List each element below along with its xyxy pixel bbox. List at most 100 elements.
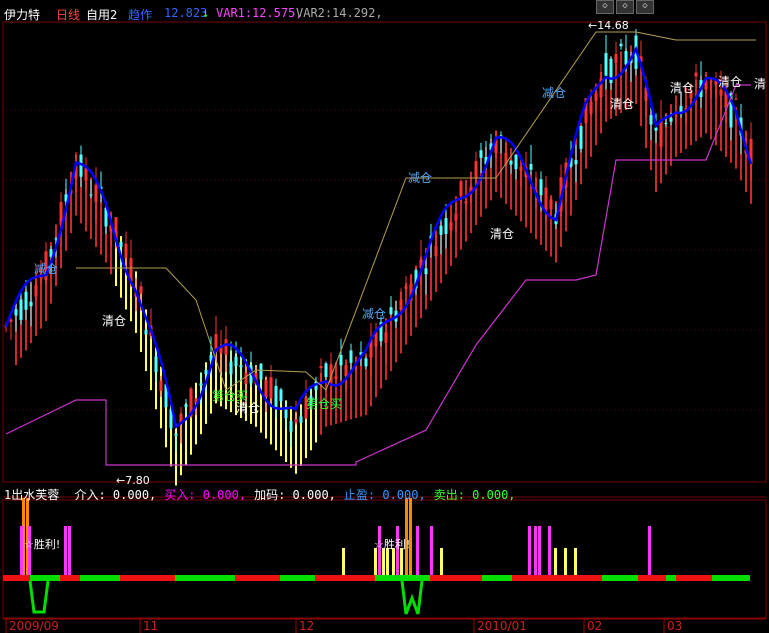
- indicator-band: [676, 575, 712, 581]
- candle-body: [674, 115, 678, 117]
- indicator-yellow-bar: [342, 548, 345, 576]
- indicator-item-2: 加码: 0.000,: [254, 488, 336, 502]
- indicator-band: [235, 575, 280, 581]
- candle-body: [604, 53, 608, 76]
- candle-body: [549, 199, 553, 210]
- main-panel-frame: [2, 21, 767, 483]
- window-button-1[interactable]: ◇: [596, 0, 614, 14]
- chart-canvas[interactable]: 2009/09 11 12 2010/01 02 03←7.80←14.68减仓清仓清仓第…: [0, 0, 769, 633]
- indicator-band: [3, 575, 30, 581]
- indicator-yellow-bar: [574, 548, 577, 576]
- candle-body: [594, 93, 598, 102]
- x-axis-label: 2010/01: [477, 619, 527, 633]
- indicator-yellow-bar: [382, 548, 385, 576]
- indicator-title[interactable]: 1出水芙蓉: [4, 488, 59, 502]
- custom-label[interactable]: 自用2: [86, 6, 117, 23]
- resistance-line: [76, 31, 756, 391]
- chart-annotation: 清仓: [236, 401, 260, 415]
- x-axis-label: 11: [143, 619, 158, 633]
- candle-body: [324, 363, 328, 378]
- chart-annotation: 清仓: [102, 314, 126, 328]
- candle-body: [124, 243, 128, 259]
- indicator-yellow-bar: [386, 548, 389, 576]
- trend-arrow: ↓: [202, 6, 210, 20]
- candle-body: [444, 218, 448, 235]
- candle-body: [344, 365, 348, 377]
- candle-body: [614, 53, 618, 63]
- indicator-magenta-bar: [416, 526, 419, 576]
- window-button-2[interactable]: ◇: [616, 0, 634, 14]
- candle-body: [279, 389, 283, 401]
- chart-annotation: 第仓买: [306, 397, 342, 411]
- candle-body: [474, 161, 478, 179]
- x-axis-label: 12: [299, 619, 314, 633]
- indicator-band: [430, 575, 482, 581]
- candle-body: [274, 385, 278, 409]
- indicator-magenta-bar: [538, 526, 541, 576]
- stock-name[interactable]: 伊力特: [4, 6, 40, 23]
- indicator-band: [482, 575, 512, 581]
- indicator-tall-bar: [409, 498, 412, 576]
- indicator-name: 趋作: [128, 8, 153, 22]
- candle-body: [269, 377, 273, 399]
- indicator-magenta-bar: [378, 526, 381, 576]
- candle-body: [349, 350, 353, 363]
- x-axis-label: 2009/09: [9, 619, 59, 633]
- candle-body: [89, 194, 93, 196]
- support-line: [5, 84, 751, 466]
- x-axis-label: 02: [587, 619, 602, 633]
- candle-body: [299, 416, 303, 423]
- victory-label: ☆胜利!: [24, 537, 60, 551]
- indicator-magenta-bar: [648, 526, 651, 576]
- candle-body: [234, 356, 238, 367]
- period-label[interactable]: 日线: [56, 6, 80, 23]
- chart-annotation: 减仓: [34, 262, 58, 276]
- chart-annotation: 清仓: [718, 75, 742, 89]
- indicator-band: [280, 575, 315, 581]
- candle-body: [449, 222, 453, 231]
- chart-annotation: 第仓买: [212, 389, 248, 403]
- candle-body: [719, 89, 723, 96]
- candle-body: [439, 225, 443, 235]
- candle-body: [544, 187, 548, 210]
- candle-body: [364, 358, 368, 367]
- indicator-band: [666, 575, 676, 581]
- candle-body: [119, 241, 123, 248]
- candle-body: [244, 372, 248, 384]
- candle-body: [539, 179, 543, 196]
- chart-annotation: 减仓: [542, 86, 566, 100]
- chart-annotation: 减仓: [362, 307, 386, 321]
- candle-body: [154, 356, 158, 373]
- candle-body: [294, 419, 298, 423]
- indicator-item-4: 卖出: 0.000,: [433, 488, 516, 502]
- indicator-band: [375, 575, 430, 581]
- indicator-band: [175, 575, 235, 581]
- candle-body: [579, 126, 583, 149]
- indicator-band: [120, 575, 175, 581]
- trend-line: [4, 45, 753, 429]
- window-button-3[interactable]: ◇: [636, 0, 654, 14]
- candle-body: [19, 299, 23, 320]
- indicator-band: [315, 575, 375, 581]
- candle-body: [454, 213, 458, 221]
- x-axis-label: 03: [667, 619, 682, 633]
- candle-body: [709, 81, 713, 83]
- candle-body: [734, 98, 738, 100]
- indicator-magenta-bar: [20, 526, 23, 576]
- candle-body: [479, 150, 483, 158]
- candle-body: [434, 245, 438, 256]
- candle-body: [339, 354, 343, 366]
- indicator-tall-bar: [405, 498, 408, 576]
- candle-body: [334, 376, 338, 379]
- indicator-dip-1: [28, 580, 50, 614]
- indicator-magenta-bar: [548, 526, 551, 576]
- candle-body: [509, 160, 513, 165]
- indicator-magenta-bar: [430, 526, 433, 576]
- indicator-yellow-bar: [400, 548, 403, 576]
- chart-stage: 2009/09 11 12 2010/01 02 03 ←7.80 ←14.68 减仓 清仓 清仓第…: [0, 0, 769, 633]
- candle-body: [404, 286, 408, 289]
- indicator-dip-2: [400, 580, 424, 615]
- indicator-band: [712, 575, 750, 581]
- var1-value: 12.575,: [252, 6, 303, 20]
- candle-body: [424, 268, 428, 275]
